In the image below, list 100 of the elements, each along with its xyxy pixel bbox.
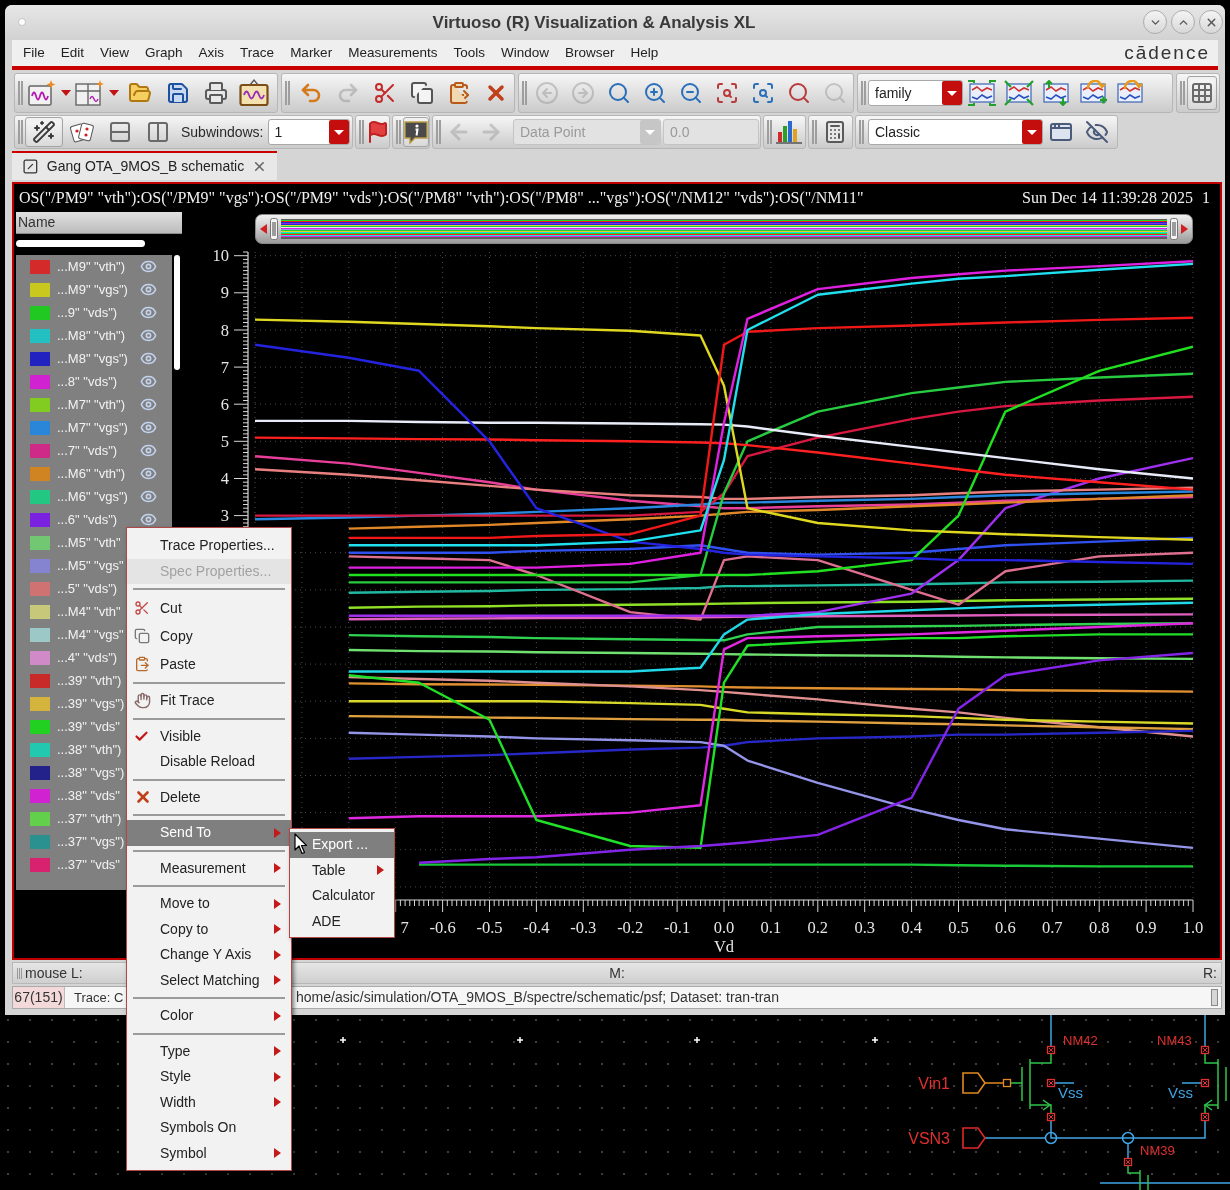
trace-name[interactable]: ...M9" "vgs"): [57, 279, 128, 300]
menu-item[interactable]: Table: [290, 857, 394, 883]
eye-icon[interactable]: [140, 350, 157, 367]
menu-item[interactable]: Symbols On: [127, 1115, 291, 1141]
menu-item[interactable]: Measurements: [340, 42, 446, 64]
trace-name[interactable]: ...39" "vds": [57, 716, 120, 737]
grip-handle[interactable]: [285, 81, 290, 105]
scroll-thumb[interactable]: [174, 255, 180, 370]
menu-item[interactable]: Edit: [52, 42, 93, 64]
eye-icon[interactable]: [140, 511, 157, 528]
eye-icon[interactable]: [140, 419, 157, 436]
grip-handle[interactable]: [18, 81, 23, 105]
trace-name[interactable]: ...M7" "vth"): [57, 394, 126, 415]
menu-item[interactable]: Browser: [556, 42, 623, 64]
toolbar-button[interactable]: [25, 117, 63, 147]
grip-handle[interactable]: [396, 120, 401, 144]
menu-item[interactable]: Copy to: [127, 916, 291, 942]
menu-item[interactable]: Cut: [127, 594, 291, 622]
drag-handle-icon[interactable]: [270, 218, 278, 240]
menu-item[interactable]: Visible: [127, 723, 291, 749]
column-header[interactable]: Name: [16, 212, 182, 234]
trace-name[interactable]: ...M8" "vth"): [57, 325, 126, 346]
menu-item[interactable]: Tools: [445, 42, 493, 64]
menu-item[interactable]: Calculator: [290, 883, 394, 909]
menu-item[interactable]: Style: [127, 1064, 291, 1090]
grip-handle[interactable]: [522, 81, 527, 105]
trace-name[interactable]: ...M4" "vgs": [57, 624, 124, 645]
menu-item[interactable]: Disable Reload: [127, 749, 291, 775]
eye-icon[interactable]: [140, 258, 157, 275]
grip-handle[interactable]: [436, 120, 441, 144]
trace-name[interactable]: ...38" "vds": [57, 785, 120, 806]
menu-item[interactable]: Paste: [127, 650, 291, 678]
menu-item[interactable]: Trace Properties...: [127, 533, 291, 559]
grip-handle[interactable]: [859, 120, 864, 144]
menu-item[interactable]: Graph: [137, 42, 191, 64]
grip-handle[interactable]: [359, 120, 364, 144]
drag-handle-icon[interactable]: [1170, 218, 1178, 240]
close-icon[interactable]: [252, 159, 267, 174]
trace-name[interactable]: ...37" "vds": [57, 854, 120, 875]
trace-name[interactable]: ...5" "vds"): [57, 578, 118, 599]
trace-name[interactable]: ...38" "vgs"): [57, 762, 125, 783]
grip-handle[interactable]: [767, 120, 772, 144]
menu-item[interactable]: Change Y Axis: [127, 942, 291, 968]
trace-name[interactable]: ...M5" "vth": [57, 532, 121, 553]
trace-name[interactable]: ...M7" "vgs"): [57, 417, 128, 438]
eye-icon[interactable]: [140, 373, 157, 390]
trace-name[interactable]: ...M5" "vgs": [57, 555, 124, 576]
dropdown[interactable]: 1: [267, 119, 350, 145]
trace-name[interactable]: ...8" "vds"): [57, 371, 118, 392]
dropdown[interactable]: Classic: [868, 119, 1043, 145]
eye-icon[interactable]: [140, 442, 157, 459]
menu-item[interactable]: Fit Trace: [127, 688, 291, 714]
menu-item[interactable]: Export ...: [290, 832, 394, 858]
menu-item[interactable]: View: [92, 42, 138, 64]
menu-item[interactable]: Axis: [190, 42, 233, 64]
grip-handle[interactable]: [861, 81, 866, 105]
scroll-thumb[interactable]: [16, 240, 145, 247]
toolbar-button[interactable]: [1187, 76, 1217, 110]
menu-item[interactable]: Copy: [127, 622, 291, 650]
menu-item[interactable]: File: [15, 42, 53, 64]
scroll-left-arrow-icon[interactable]: [260, 224, 267, 234]
eye-icon[interactable]: [140, 327, 157, 344]
trace-name[interactable]: ...37" "vth"): [57, 808, 122, 829]
menu-item[interactable]: ADE: [290, 908, 394, 934]
menu-item[interactable]: Delete: [127, 784, 291, 810]
eye-icon[interactable]: [140, 396, 157, 413]
trace-name[interactable]: ...M8" "vgs"): [57, 348, 128, 369]
menu-item[interactable]: Move to: [127, 891, 291, 917]
menu-item[interactable]: Send To: [127, 820, 291, 846]
eye-icon[interactable]: [140, 304, 157, 321]
eye-icon[interactable]: [140, 488, 157, 505]
trace-name[interactable]: ...39" "vth"): [57, 670, 122, 691]
menu-item[interactable]: Type: [127, 1038, 291, 1064]
trace-name[interactable]: ...M9" "vth"): [57, 256, 126, 277]
menu-item[interactable]: Measurement: [127, 855, 291, 881]
toolbar-button[interactable]: [403, 117, 429, 147]
eye-icon[interactable]: [140, 281, 157, 298]
trace-name[interactable]: ...4" "vds"): [57, 647, 118, 668]
eye-icon[interactable]: [140, 465, 157, 482]
trace-name[interactable]: ...7" "vds"): [57, 440, 118, 461]
menu-item[interactable]: Window: [492, 42, 557, 64]
menu-item[interactable]: Width: [127, 1089, 291, 1115]
trace-name[interactable]: ...6" "vds"): [57, 509, 118, 530]
trace-name[interactable]: ...M6" "vth"): [57, 463, 126, 484]
menu-item[interactable]: Select Matching: [127, 967, 291, 993]
menu-item[interactable]: Trace: [232, 42, 283, 64]
menu-item[interactable]: Symbol: [127, 1140, 291, 1166]
trace-name[interactable]: ...38" "vth"): [57, 739, 122, 760]
trace-name[interactable]: ...37" "vgs"): [57, 831, 125, 852]
menu-item[interactable]: Marker: [282, 42, 341, 64]
menu-item[interactable]: Help: [622, 42, 667, 64]
grip-handle[interactable]: [812, 120, 817, 144]
dropdown[interactable]: family: [868, 80, 963, 106]
overview-scrollbar[interactable]: [255, 214, 1193, 244]
maximize-button[interactable]: [1171, 10, 1195, 34]
scroll-right-arrow-icon[interactable]: [1181, 224, 1188, 234]
grip-handle[interactable]: [18, 120, 23, 144]
minimize-button[interactable]: [1143, 10, 1167, 34]
tab[interactable]: Gang OTA_9MOS_B schematic: [12, 151, 277, 180]
trace-name[interactable]: ...M4" "vth": [57, 601, 121, 622]
